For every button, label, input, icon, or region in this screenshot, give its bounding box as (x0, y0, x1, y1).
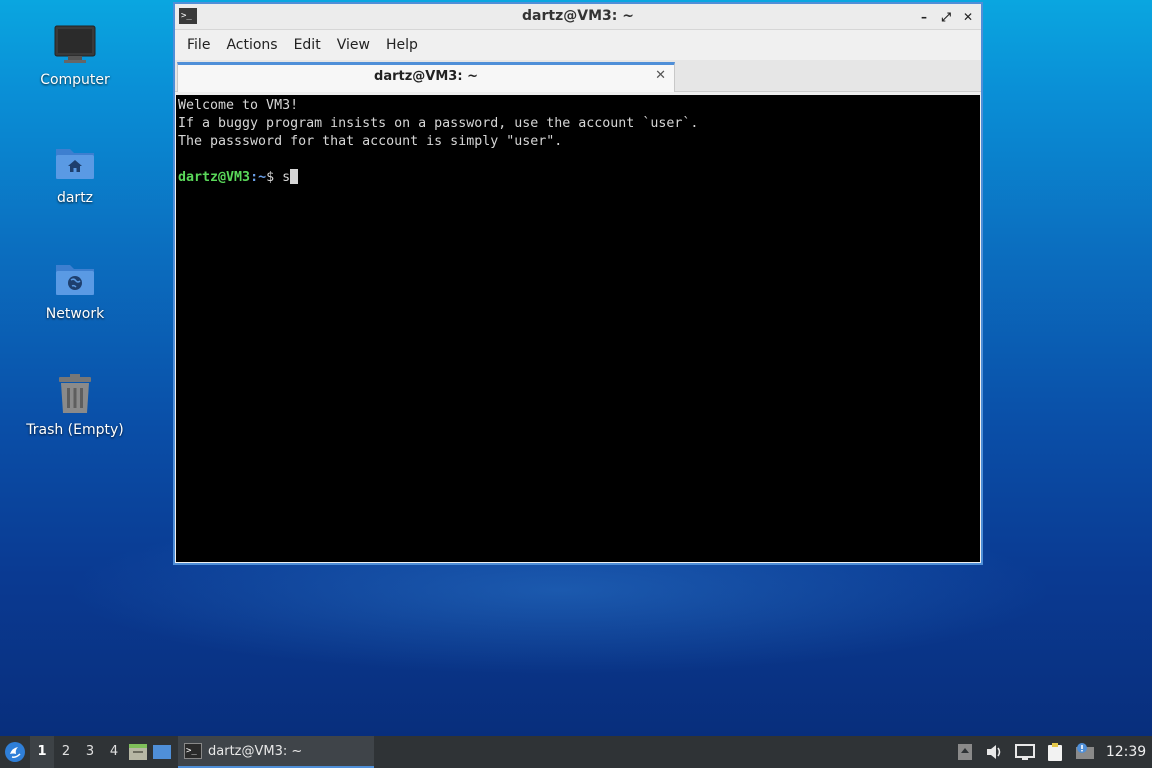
terminal-task-icon: >_ (184, 743, 202, 759)
terminal-input: s (282, 170, 291, 185)
desktop-icon-network[interactable]: Network (20, 256, 130, 322)
task-label: dartz@VM3: ~ (208, 743, 303, 759)
workspace-1[interactable]: 1 (30, 736, 54, 768)
desktop-icon-label: Trash (Empty) (26, 422, 124, 438)
terminal-output[interactable]: Welcome to VM3! If a buggy program insist… (176, 95, 980, 562)
minimize-icon[interactable]: – (915, 8, 933, 26)
system-tray: 12:39 (950, 736, 1152, 768)
desktop-icon-label: Network (45, 306, 105, 322)
home-folder-icon (53, 140, 97, 184)
workspace-3[interactable]: 3 (78, 736, 102, 768)
clipboard-icon[interactable] (1040, 736, 1070, 768)
menu-actions[interactable]: Actions (218, 37, 285, 53)
window-titlebar[interactable]: >_ dartz@VM3: ~ – ⤢ ✕ (175, 4, 981, 30)
tab-bar: dartz@VM3: ~ ✕ (175, 60, 981, 92)
workspace-4[interactable]: 4 (102, 736, 126, 768)
desktop-icon-trash[interactable]: Trash (Empty) (20, 372, 130, 438)
menu-file[interactable]: File (179, 37, 218, 53)
text-cursor (290, 169, 299, 184)
terminal-line: The passsword for that account is simply… (178, 134, 563, 149)
desktop-icon-label: dartz (56, 190, 94, 206)
menu-view[interactable]: View (329, 37, 378, 53)
workspace-2[interactable]: 2 (54, 736, 78, 768)
maximize-icon[interactable]: ⤢ (937, 8, 955, 26)
terminal-line: If a buggy program insists on a password… (178, 116, 699, 131)
menubar: File Actions Edit View Help (175, 30, 981, 60)
volume-icon[interactable] (980, 736, 1010, 768)
desktop-icon-label: Computer (40, 72, 110, 88)
prompt-path: :~ (250, 170, 267, 185)
start-menu-button[interactable] (0, 736, 30, 768)
menu-help[interactable]: Help (378, 37, 426, 53)
tab-title: dartz@VM3: ~ (374, 69, 478, 84)
desktop-icon-home[interactable]: dartz (20, 140, 130, 206)
menu-edit[interactable]: Edit (286, 37, 329, 53)
lubuntu-logo-icon (5, 742, 25, 762)
taskbar: 1 2 3 4 >_ dartz@VM3: ~ 12:39 (0, 736, 1152, 768)
desktop-icon-computer[interactable]: Computer (20, 22, 130, 88)
taskbar-task-terminal[interactable]: >_ dartz@VM3: ~ (178, 736, 374, 768)
window-title: dartz@VM3: ~ (522, 8, 634, 24)
network-monitor-icon[interactable] (1010, 736, 1040, 768)
tab-close-icon[interactable]: ✕ (655, 68, 666, 83)
clock[interactable]: 12:39 (1100, 744, 1152, 760)
trash-icon (53, 372, 97, 416)
terminal-prompt-line: dartz@VM3:~$ s (178, 169, 978, 187)
tray-arrow-icon[interactable] (950, 736, 980, 768)
notification-icon[interactable] (1070, 736, 1100, 768)
terminal-window: >_ dartz@VM3: ~ – ⤢ ✕ File Actions Edit … (173, 2, 983, 565)
show-desktop-icon[interactable] (150, 736, 174, 768)
network-folder-icon (53, 256, 97, 300)
tab-terminal[interactable]: dartz@VM3: ~ ✕ (177, 62, 675, 92)
close-icon[interactable]: ✕ (959, 8, 977, 26)
prompt-user: dartz@VM3 (178, 170, 251, 185)
computer-icon (53, 22, 97, 66)
terminal-line: Welcome to VM3! (178, 98, 299, 113)
prompt-symbol: $ (266, 170, 283, 185)
file-manager-launcher-icon[interactable] (126, 736, 150, 768)
